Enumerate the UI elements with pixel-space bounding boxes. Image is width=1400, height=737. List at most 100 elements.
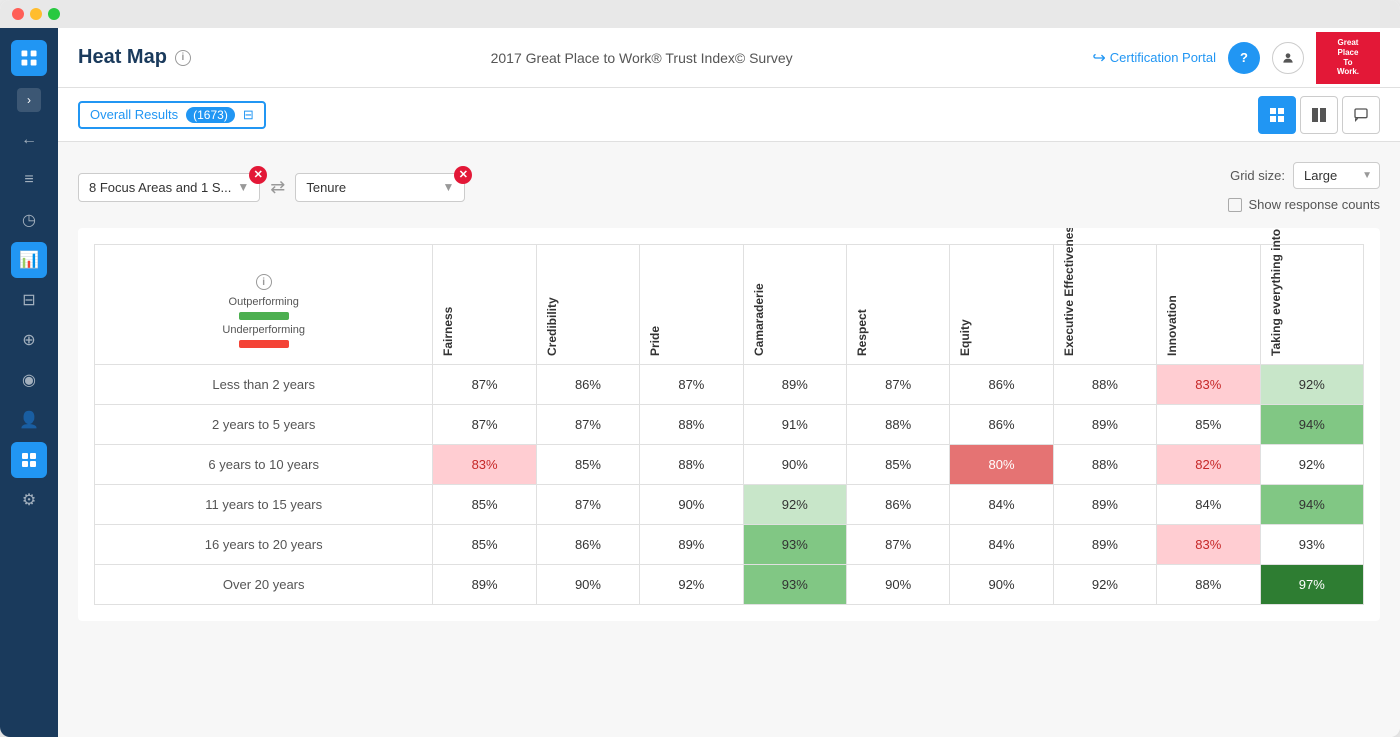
data-cell: 87% [536, 485, 639, 525]
data-cell: 84% [1157, 485, 1260, 525]
data-cell: 89% [743, 365, 846, 405]
table-row: 11 years to 15 years85%87%90%92%86%84%89… [95, 485, 1364, 525]
view-buttons [1258, 96, 1380, 134]
col-equity-label: Equity [950, 250, 980, 360]
data-cell: 87% [640, 365, 743, 405]
col-respect-label: Respect [847, 250, 877, 360]
sidebar-logo[interactable] [11, 40, 47, 76]
user-button[interactable] [1272, 42, 1304, 74]
data-cell: 88% [1053, 365, 1156, 405]
data-cell: 83% [1157, 365, 1260, 405]
dropdown2-close[interactable]: ✕ [454, 166, 472, 184]
sidebar-icon-clock[interactable]: ◷ [11, 202, 47, 238]
data-cell: 86% [950, 365, 1053, 405]
data-cell: 97% [1260, 565, 1363, 605]
data-cell: 86% [536, 365, 639, 405]
data-cell: 89% [433, 565, 536, 605]
tenure-dropdown[interactable]: Tenure ▼ ✕ [295, 173, 465, 202]
underperforming-label: Underperforming [103, 324, 424, 336]
cert-portal-link[interactable]: ↪ Certification Portal [1092, 48, 1216, 68]
app-body: › ← ≡ ◷ 📊 ⊟ ⊕ ◉ 👤 ⚙ Heat Map i 2017 Grea… [0, 28, 1400, 737]
data-cell: 90% [536, 565, 639, 605]
data-cell: 80% [950, 445, 1053, 485]
data-cell: 92% [1260, 445, 1363, 485]
heatmap-body: Less than 2 years87%86%87%89%87%86%88%83… [95, 365, 1364, 605]
focus-areas-label: 8 Focus Areas and 1 S... [89, 180, 231, 195]
dropdown2-arrow: ▼ [442, 180, 454, 194]
sidebar: › ← ≡ ◷ 📊 ⊟ ⊕ ◉ 👤 ⚙ [0, 28, 58, 737]
filter-bar: Overall Results (1673) ⊟ [58, 88, 1400, 142]
header-right: ↪ Certification Portal ? GreatPlaceToWor… [1092, 32, 1380, 84]
table-row: Less than 2 years87%86%87%89%87%86%88%83… [95, 365, 1364, 405]
col-taking: Taking everything into account, i... [1260, 245, 1363, 365]
row-label: 6 years to 10 years [95, 445, 433, 485]
data-cell: 86% [846, 485, 949, 525]
sidebar-expand-btn[interactable]: › [17, 88, 41, 112]
filter-icon: ⊟ [243, 107, 254, 123]
col-innovation: Innovation [1157, 245, 1260, 365]
data-cell: 85% [846, 445, 949, 485]
comment-view-button[interactable] [1342, 96, 1380, 134]
data-cell: 87% [433, 365, 536, 405]
page-title: Heat Map [78, 46, 167, 69]
data-cell: 89% [640, 525, 743, 565]
legend-cell: i Outperforming Underperforming [95, 245, 433, 365]
outperforming-bar [239, 312, 289, 320]
filter-chip-count: (1673) [186, 107, 235, 123]
col-credibility: Credibility [536, 245, 639, 365]
data-cell: 87% [433, 405, 536, 445]
sidebar-icon-back[interactable]: ← [11, 122, 47, 158]
row-label: Less than 2 years [95, 365, 433, 405]
data-cell: 89% [1053, 405, 1156, 445]
table-row: 6 years to 10 years83%85%88%90%85%80%88%… [95, 445, 1364, 485]
col-executive-label: Executive Effectiveness [1054, 250, 1084, 360]
sidebar-icon-chart[interactable]: 📊 [11, 242, 47, 278]
overall-results-chip[interactable]: Overall Results (1673) ⊟ [78, 101, 266, 129]
focus-areas-dropdown[interactable]: 8 Focus Areas and 1 S... ▼ ✕ [78, 173, 260, 202]
close-dot[interactable] [12, 8, 24, 20]
sidebar-icon-data[interactable]: ⊟ [11, 282, 47, 318]
sidebar-icon-layers[interactable]: ⊕ [11, 322, 47, 358]
sidebar-icon-person[interactable]: 👤 [11, 402, 47, 438]
filter-chip-label: Overall Results [90, 107, 178, 122]
controls-row: 8 Focus Areas and 1 S... ▼ ✕ ⇄ Tenure ▼ … [78, 162, 1380, 212]
header-title-area: Heat Map i [78, 46, 191, 69]
col-fairness: Fairness [433, 245, 536, 365]
data-cell: 87% [846, 365, 949, 405]
data-cell: 94% [1260, 405, 1363, 445]
data-cell: 91% [743, 405, 846, 445]
data-cell: 86% [950, 405, 1053, 445]
page-title-info-icon[interactable]: i [175, 50, 191, 66]
row-label: 11 years to 15 years [95, 485, 433, 525]
top-header: Heat Map i 2017 Great Place to Work® Tru… [58, 28, 1400, 88]
data-cell: 88% [640, 445, 743, 485]
data-cell: 92% [1260, 365, 1363, 405]
show-counts-label: Show response counts [1248, 197, 1380, 212]
col-equity: Equity [950, 245, 1053, 365]
data-cell: 92% [1053, 565, 1156, 605]
data-cell: 86% [536, 525, 639, 565]
table-row: Over 20 years89%90%92%93%90%90%92%88%97% [95, 565, 1364, 605]
data-cell: 88% [1157, 565, 1260, 605]
maximize-dot[interactable] [48, 8, 60, 20]
sidebar-icon-settings[interactable]: ⚙ [11, 482, 47, 518]
info-circle-top: i [103, 274, 424, 290]
survey-title: 2017 Great Place to Work® Trust Index© S… [207, 50, 1076, 66]
sidebar-icon-heatmap[interactable] [11, 442, 47, 478]
compare-view-button[interactable] [1300, 96, 1338, 134]
titlebar [0, 0, 1400, 28]
data-cell: 90% [950, 565, 1053, 605]
data-cell: 89% [1053, 485, 1156, 525]
minimize-dot[interactable] [30, 8, 42, 20]
sidebar-icon-list[interactable]: ≡ [11, 162, 47, 198]
row-label: Over 20 years [95, 565, 433, 605]
main-content: Heat Map i 2017 Great Place to Work® Tru… [58, 28, 1400, 737]
grid-view-button[interactable] [1258, 96, 1296, 134]
help-button[interactable]: ? [1228, 42, 1260, 74]
show-counts-checkbox[interactable] [1228, 198, 1242, 212]
dropdown1-close[interactable]: ✕ [249, 166, 267, 184]
col-executive: Executive Effectiveness [1053, 245, 1156, 365]
sidebar-icon-gauge[interactable]: ◉ [11, 362, 47, 398]
col-respect: Respect [846, 245, 949, 365]
grid-size-select[interactable]: Large Medium Small [1293, 162, 1380, 189]
